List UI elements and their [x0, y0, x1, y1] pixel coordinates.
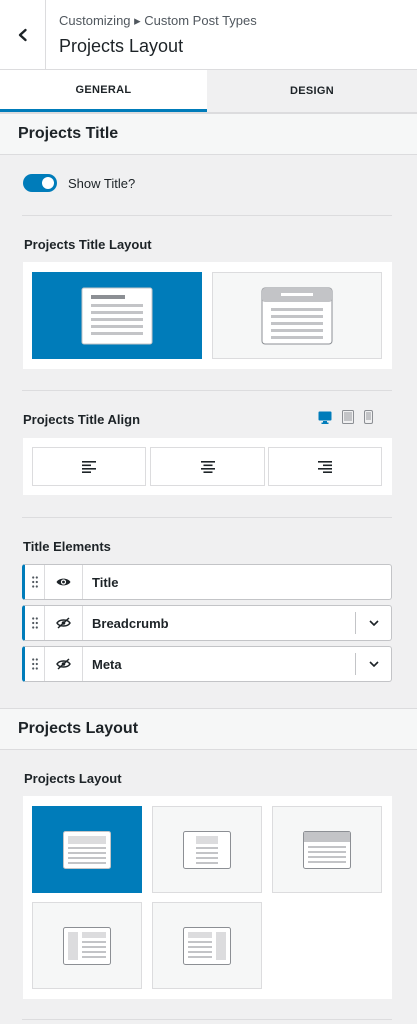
title-element-row-breadcrumb: Breadcrumb — [22, 605, 392, 641]
tab-bar: GENERAL DESIGN — [0, 70, 417, 113]
expand-button[interactable] — [355, 653, 391, 675]
visibility-toggle-button[interactable] — [45, 565, 83, 599]
drag-handle-icon[interactable] — [25, 647, 45, 681]
title-align-label: Projects Title Align — [23, 412, 141, 427]
wide-boxed-layout-icon — [303, 830, 351, 869]
layout-option-right-sidebar[interactable] — [152, 902, 262, 989]
eye-icon — [56, 578, 71, 586]
layout-option-narrow[interactable] — [152, 806, 262, 893]
breadcrumb-element-label: Breadcrumb — [92, 615, 169, 631]
customizer-header: Customizing ▸ Custom Post Types Projects… — [0, 0, 417, 70]
expand-button[interactable] — [355, 612, 391, 634]
show-title-toggle-row[interactable]: Show Title? — [23, 174, 135, 192]
narrow-layout-icon — [183, 830, 231, 869]
title-layout-label: Projects Title Layout — [24, 237, 152, 252]
tab-design[interactable]: DESIGN — [207, 70, 417, 112]
title-layout-option-above[interactable] — [212, 272, 382, 359]
mobile-icon[interactable] — [364, 410, 373, 424]
title-layout-panel — [23, 262, 392, 369]
chevron-left-icon — [18, 28, 27, 42]
tab-general[interactable]: GENERAL — [0, 70, 207, 112]
align-right-button[interactable] — [268, 447, 382, 486]
title-element-row-meta: Meta — [22, 646, 392, 682]
tablet-icon[interactable] — [342, 410, 354, 424]
align-center-icon — [200, 460, 215, 473]
title-layout-option-normal[interactable] — [32, 272, 202, 359]
section-heading-projects-layout: Projects Layout — [0, 708, 417, 750]
drag-handle-icon[interactable] — [25, 606, 45, 640]
visibility-toggle-button[interactable] — [45, 647, 83, 681]
projects-layout-label: Projects Layout — [24, 771, 122, 786]
meta-element-label: Meta — [92, 656, 122, 672]
divider — [22, 215, 392, 216]
align-left-button[interactable] — [32, 447, 146, 486]
divider — [22, 390, 392, 391]
divider — [22, 1019, 392, 1020]
drag-handle-icon[interactable] — [25, 565, 45, 599]
layout-option-left-sidebar[interactable] — [32, 902, 142, 989]
fullwidth-layout-icon — [63, 830, 111, 869]
desktop-icon[interactable] — [318, 411, 332, 424]
align-right-icon — [318, 460, 332, 473]
normal-title-layout-icon — [81, 287, 153, 344]
breadcrumb: Customizing ▸ Custom Post Types — [59, 13, 257, 28]
layout-option-wide-boxed[interactable] — [272, 806, 382, 893]
right-sidebar-layout-icon — [183, 926, 231, 965]
chevron-down-icon — [368, 620, 379, 626]
above-content-title-layout-icon — [261, 287, 333, 344]
show-title-label: Show Title? — [68, 175, 136, 191]
title-elements-label: Title Elements — [23, 539, 111, 554]
layout-option-fullwidth[interactable] — [32, 806, 142, 893]
chevron-down-icon — [368, 661, 379, 667]
section-heading-projects-title: Projects Title — [0, 113, 417, 155]
divider — [22, 517, 392, 518]
page-title: Projects Layout — [59, 36, 184, 56]
toggle-knob — [42, 177, 54, 189]
visibility-toggle-button[interactable] — [45, 606, 83, 640]
show-title-toggle[interactable] — [23, 174, 57, 192]
eye-hidden-icon — [56, 658, 71, 670]
title-element-row-title: Title — [22, 564, 392, 600]
eye-hidden-icon — [56, 617, 71, 629]
align-center-button[interactable] — [150, 447, 265, 486]
align-left-icon — [82, 460, 96, 473]
left-sidebar-layout-icon — [63, 926, 111, 965]
back-button[interactable] — [0, 0, 46, 70]
responsive-device-switcher — [318, 410, 373, 424]
projects-layout-panel — [23, 796, 392, 999]
title-element-label: Title — [92, 574, 119, 590]
